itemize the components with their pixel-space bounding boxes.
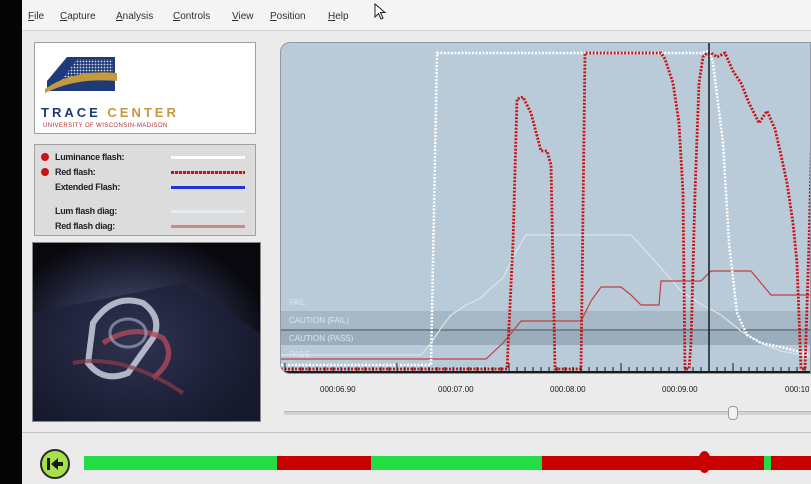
timeline-segment-pass [84, 456, 277, 470]
time-axis-labels: 000:06.90 000:07.00 000:08.00 000:09.00 … [320, 385, 810, 394]
zone-caution-pass-band [281, 329, 810, 345]
legend-item-lum-flash-diag: Lum flash diag: [35, 205, 257, 219]
trace-center-logo: TRACE CENTER UNIVERSITY OF WISCONSIN-MAD… [34, 42, 256, 134]
legend-label: Red flash diag: [55, 221, 116, 231]
chart-plot: FAIL CAUTION (FAIL) CAUTION (PASS) PASS [281, 43, 810, 373]
zone-label-fail: FAIL [289, 298, 306, 307]
video-preview[interactable] [32, 242, 261, 422]
menu-controls[interactable]: Controls [173, 11, 210, 22]
timeline-segment-fail [771, 456, 811, 470]
logo-mark-icon [45, 57, 117, 93]
skip-to-start-icon [47, 458, 63, 470]
legend-label: Lum flash diag: [55, 206, 118, 216]
red-dot-icon [41, 168, 49, 176]
legend-item-luminance-flash: Luminance flash: [35, 151, 257, 165]
flash-analysis-chart[interactable]: FAIL CAUTION (FAIL) CAUTION (PASS) PASS [280, 42, 811, 374]
legend-swatch [171, 171, 245, 174]
menu-analysis[interactable]: Analysis [116, 11, 153, 22]
legend-label: Extended Flash: [55, 182, 121, 192]
zone-label-caution-fail: CAUTION (FAIL) [289, 316, 349, 325]
timeline-playhead[interactable] [698, 451, 711, 473]
menu-file[interactable]: File [28, 11, 44, 22]
legend-swatch [171, 156, 245, 159]
menu-bar: File Capture Analysis Controls View Posi… [22, 0, 811, 31]
legend-panel: Luminance flash: Red flash: Extended Fla… [34, 144, 256, 236]
timeline-segment-fail [542, 456, 764, 470]
timeline-segment-pass [371, 456, 542, 470]
tick-label-text-3: 000:08.00 [550, 385, 586, 394]
timeline-segment-pass [763, 456, 771, 470]
legend-item-extended-flash: Extended Flash: [35, 181, 257, 195]
legend-swatch [171, 186, 245, 189]
red-dot-icon [41, 153, 49, 161]
zone-caution-fail-band [281, 311, 810, 329]
menu-help[interactable]: Help [328, 11, 349, 22]
tick-label-text-5: 000:10 [785, 385, 810, 394]
rewind-button[interactable] [40, 449, 70, 479]
menu-position[interactable]: Position [270, 11, 306, 22]
legend-label: Red flash: [55, 167, 96, 177]
menu-capture[interactable]: Capture [60, 11, 96, 22]
tick-label-text-1: 000:06.90 [320, 385, 356, 394]
timeline-segment-fail [276, 456, 372, 470]
logo-name-trace: TRACE [41, 105, 101, 120]
legend-swatch [171, 210, 245, 213]
legend-swatch [171, 225, 245, 228]
mouse-cursor-icon [374, 3, 387, 20]
chart-scroll-thumb[interactable] [728, 406, 738, 420]
legend-item-red-flash-diag: Red flash diag: [35, 220, 257, 234]
application-window: File Capture Analysis Controls View Posi… [22, 0, 811, 484]
logo-subtitle: UNIVERSITY OF WISCONSIN-MADISON [43, 123, 168, 129]
logo-wordmark: TRACE CENTER [41, 105, 179, 120]
video-frame [33, 243, 260, 421]
tick-label-text-2: 000:07.00 [438, 385, 474, 394]
tick-label-text-4: 000:09.00 [662, 385, 698, 394]
legend-label: Luminance flash: [55, 152, 125, 162]
divider [22, 432, 811, 433]
zone-label-caution-pass: CAUTION (PASS) [289, 334, 354, 343]
legend-item-red-flash: Red flash: [35, 166, 257, 180]
logo-name-center: CENTER [107, 105, 179, 120]
menu-view[interactable]: View [232, 11, 254, 22]
